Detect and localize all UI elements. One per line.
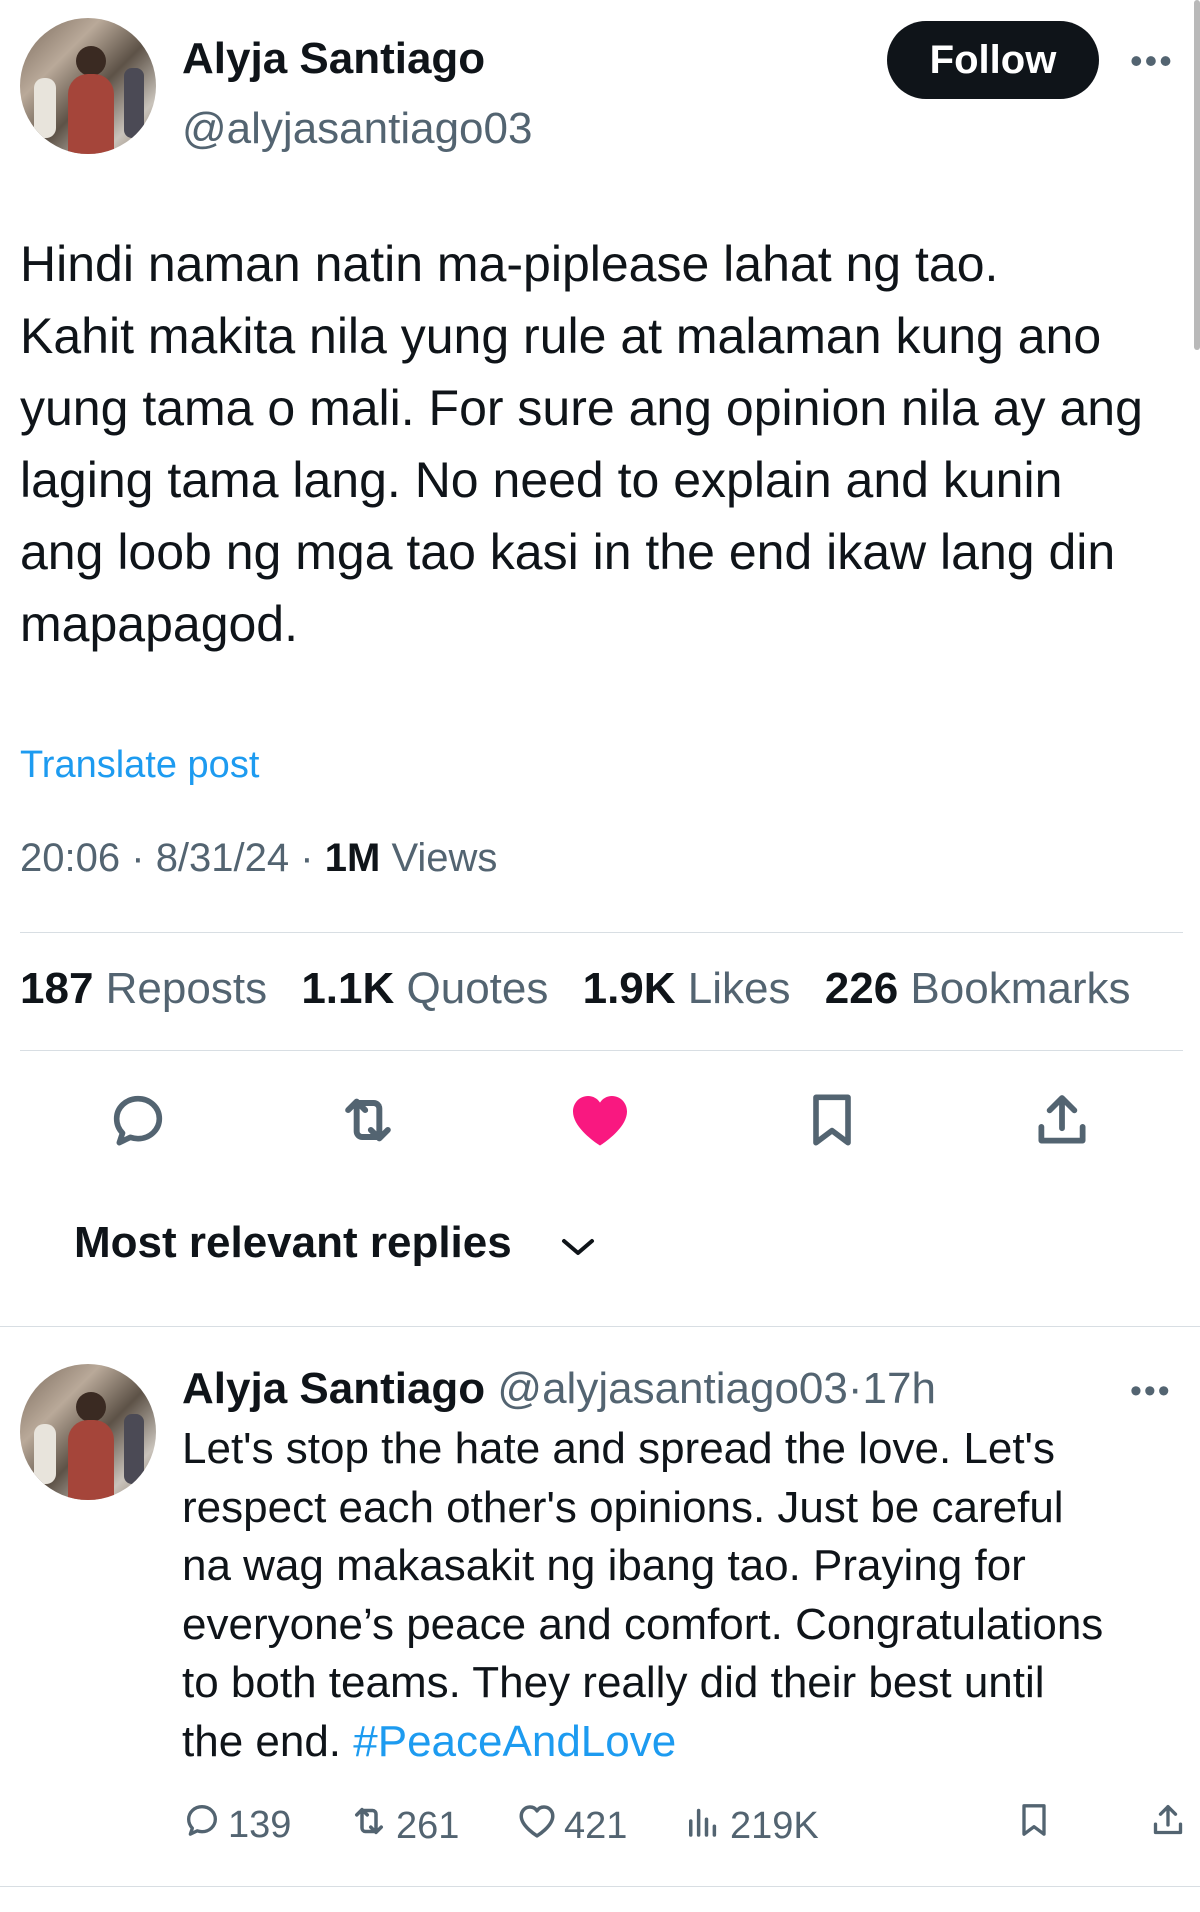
meta-separator: · xyxy=(300,836,314,880)
views-chart-icon xyxy=(682,1800,730,1852)
engagement-stats: 187 Reposts 1.1K Quotes 1.9K Likes 226 B… xyxy=(20,964,1152,1014)
bookmarks-count: 226 xyxy=(824,964,899,1013)
quotes-stat[interactable]: 1.1K Quotes xyxy=(301,964,548,1013)
bookmark-icon[interactable] xyxy=(792,1080,872,1160)
reply-body: Let's stop the hate and spread the love.… xyxy=(182,1424,1104,1766)
reply-header: Alyja Santiago @alyjasantiago03·17h xyxy=(182,1364,936,1414)
post-time[interactable]: 20:06 xyxy=(20,836,120,880)
replies-sort-label: Most relevant replies xyxy=(74,1218,512,1267)
reply-replies-button[interactable]: 139 xyxy=(182,1800,291,1850)
meta-separator: · xyxy=(131,836,145,880)
divider xyxy=(0,1886,1200,1887)
heart-icon xyxy=(516,1800,564,1852)
reply-author-avatar[interactable] xyxy=(20,1364,156,1500)
reply-item[interactable]: Alyja Santiago @alyjasantiago03·17h ••• … xyxy=(20,1364,1183,1884)
reply-icon[interactable] xyxy=(98,1080,178,1160)
post-meta: 20:06 · 8/31/24 · 1M Views xyxy=(20,836,497,881)
reply-views-button[interactable]: 219K xyxy=(682,1800,819,1852)
divider xyxy=(0,1326,1200,1327)
divider xyxy=(20,932,1183,933)
views-label: Views xyxy=(391,836,498,880)
reply-share-icon[interactable] xyxy=(1148,1800,1194,1840)
chevron-down-icon xyxy=(560,1220,596,1270)
reply-actions: 139 261 421 219K xyxy=(182,1800,1192,1860)
reply-replies-count: 139 xyxy=(228,1803,292,1846)
bookmarks-stat[interactable]: 226 Bookmarks xyxy=(825,964,1131,1013)
follow-button[interactable]: Follow xyxy=(887,21,1099,99)
author-name[interactable]: Alyja Santiago xyxy=(182,34,485,84)
reply-author-name[interactable]: Alyja Santiago xyxy=(182,1364,485,1413)
scrollbar[interactable] xyxy=(1194,0,1200,350)
views-count: 1M xyxy=(324,836,381,880)
quotes-label: Quotes xyxy=(406,964,549,1013)
hashtag-link[interactable]: #PeaceAndLove xyxy=(353,1717,676,1766)
more-options-icon[interactable]: ••• xyxy=(1130,40,1174,82)
post-date[interactable]: 8/31/24 xyxy=(156,836,289,880)
share-icon[interactable] xyxy=(1022,1080,1102,1160)
reply-bookmark-icon[interactable] xyxy=(1014,1800,1060,1840)
reposts-stat[interactable]: 187 Reposts xyxy=(20,964,267,1013)
divider xyxy=(20,1050,1183,1051)
likes-label: Likes xyxy=(687,964,791,1013)
reposts-count: 187 xyxy=(20,964,94,1013)
likes-count: 1.9K xyxy=(582,964,676,1013)
reply-icon xyxy=(182,1800,228,1850)
quotes-count: 1.1K xyxy=(301,964,395,1013)
replies-sort-dropdown[interactable]: Most relevant replies xyxy=(74,1218,596,1270)
reply-separator: · xyxy=(847,1364,863,1413)
author-handle[interactable]: @alyjasantiago03 xyxy=(182,104,532,154)
reply-author-handle[interactable]: @alyjasantiago03 xyxy=(497,1364,847,1413)
reply-time[interactable]: 17h xyxy=(863,1364,936,1413)
repost-icon xyxy=(348,1800,396,1852)
bookmarks-label: Bookmarks xyxy=(910,964,1131,1013)
post-header: Alyja Santiago @alyjasantiago03 Follow •… xyxy=(20,18,1180,158)
reply-views-count: 219K xyxy=(730,1804,819,1847)
post-text: Hindi naman natin ma-piplease lahat ng t… xyxy=(20,236,1143,652)
translate-post-link[interactable]: Translate post xyxy=(20,744,259,787)
post-actions xyxy=(0,1080,1200,1160)
reply-like-button[interactable]: 421 xyxy=(516,1800,627,1852)
repost-icon[interactable] xyxy=(328,1080,408,1160)
reply-likes-count: 421 xyxy=(564,1804,628,1847)
reply-repost-button[interactable]: 261 xyxy=(348,1800,459,1852)
reply-text: Let's stop the hate and spread the love.… xyxy=(182,1420,1182,1771)
reposts-label: Reposts xyxy=(105,964,268,1013)
author-avatar[interactable] xyxy=(20,18,156,154)
reply-more-options-icon[interactable]: ••• xyxy=(1130,1372,1172,1411)
likes-stat[interactable]: 1.9K Likes xyxy=(583,964,791,1013)
reply-reposts-count: 261 xyxy=(396,1804,460,1847)
like-icon-filled[interactable] xyxy=(560,1080,640,1160)
